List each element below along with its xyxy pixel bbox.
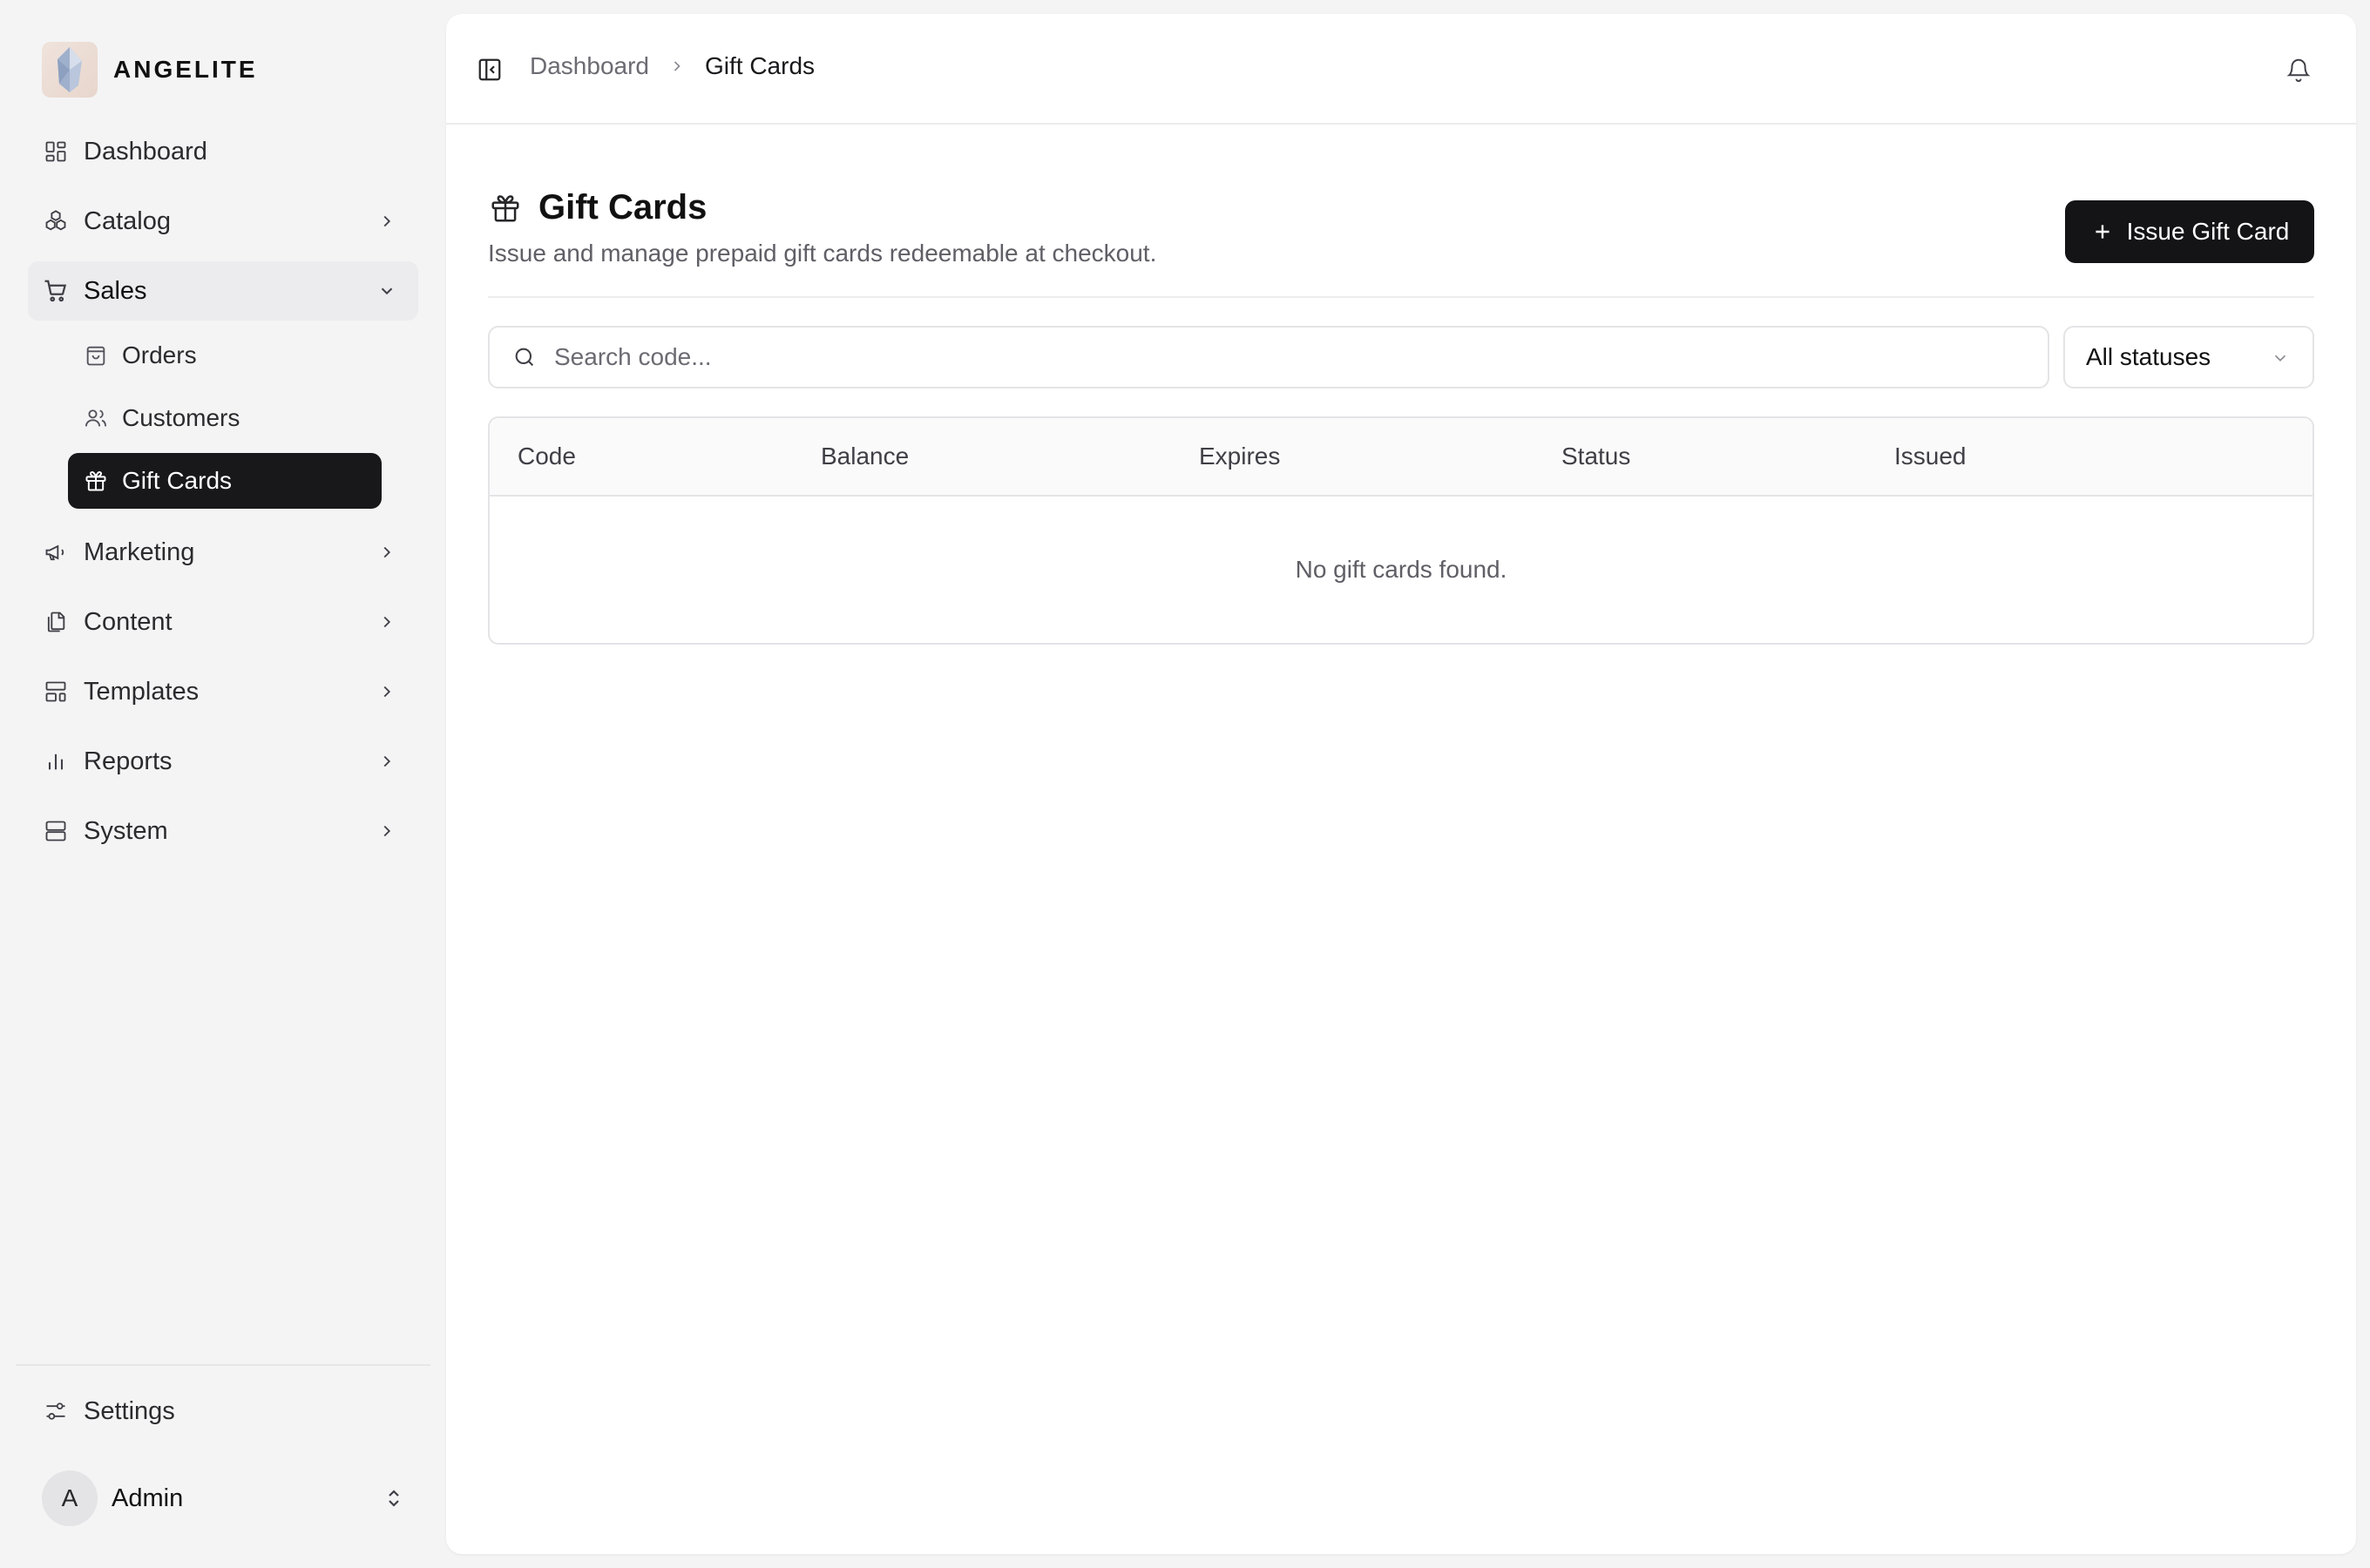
page-title-text: Gift Cards bbox=[538, 188, 708, 226]
sidebar-item-label: Orders bbox=[122, 341, 197, 368]
sidebar-item-label: Sales bbox=[84, 276, 147, 305]
sidebar-item-label: System bbox=[84, 816, 168, 845]
sales-subnav: Orders Customers Gift Cards bbox=[68, 328, 382, 509]
column-header-balance[interactable]: Balance bbox=[821, 443, 909, 470]
column-header-status[interactable]: Status bbox=[1561, 443, 1630, 470]
topbar: Dashboard Gift Cards bbox=[446, 14, 2356, 125]
sidebar-item-settings[interactable]: Settings bbox=[42, 1383, 175, 1439]
search-input[interactable] bbox=[554, 328, 2048, 387]
breadcrumb-current: Gift Cards bbox=[704, 52, 816, 79]
chevron-right-icon bbox=[667, 56, 687, 77]
sidebar-item-system[interactable]: System bbox=[28, 801, 418, 861]
chevron-right-icon bbox=[373, 538, 401, 566]
sidebar-item-label: Dashboard bbox=[84, 137, 207, 166]
status-filter-select[interactable]: All statuses bbox=[2063, 326, 2314, 389]
page-subtitle: Issue and manage prepaid gift cards rede… bbox=[488, 240, 1157, 267]
sidebar-item-content[interactable]: Content bbox=[28, 592, 418, 652]
column-header-code[interactable]: Code bbox=[518, 443, 576, 470]
sidebar-item-gift-cards[interactable]: Gift Cards bbox=[68, 453, 382, 509]
page-header: Gift Cards Issue and manage prepaid gift… bbox=[488, 188, 1156, 267]
sidebar-item-marketing[interactable]: Marketing bbox=[28, 523, 418, 582]
chevron-down-icon bbox=[2269, 347, 2292, 369]
column-header-expires[interactable]: Expires bbox=[1199, 443, 1280, 470]
sidebar-item-label: Templates bbox=[84, 677, 200, 706]
shopping-bag-icon bbox=[82, 341, 110, 369]
shopping-cart-icon bbox=[42, 277, 70, 305]
sidebar-item-templates[interactable]: Templates bbox=[28, 662, 418, 721]
breadcrumb-dashboard[interactable]: Dashboard bbox=[530, 52, 649, 80]
search-icon bbox=[511, 343, 538, 371]
user-name: Admin bbox=[112, 1484, 184, 1512]
brand-logo bbox=[42, 42, 98, 98]
issue-gift-card-button[interactable]: Issue Gift Card bbox=[2065, 200, 2314, 263]
sidebar-nav: Dashboard Catalog Sales Orders Customers… bbox=[28, 122, 418, 871]
layout-dashboard-icon bbox=[42, 138, 70, 166]
bar-chart-icon bbox=[42, 747, 70, 775]
gift-icon bbox=[82, 467, 110, 495]
sidebar-item-orders[interactable]: Orders bbox=[68, 328, 382, 383]
sidebar-item-label: Gift Cards bbox=[122, 467, 233, 494]
plus-icon bbox=[2090, 220, 2115, 244]
page-title: Gift Cards bbox=[488, 188, 1156, 227]
sidebar-item-label: Marketing bbox=[84, 537, 195, 566]
chevron-right-icon bbox=[373, 817, 401, 845]
issue-gift-card-label: Issue Gift Card bbox=[2126, 218, 2290, 245]
avatar: A bbox=[42, 1470, 98, 1526]
breadcrumb: Dashboard Gift Cards bbox=[530, 52, 815, 80]
chevron-down-icon bbox=[373, 277, 401, 305]
panel-left-icon[interactable] bbox=[476, 56, 504, 84]
gift-cards-table: Code Balance Expires Status Issued No gi… bbox=[488, 416, 2314, 645]
sidebar-divider bbox=[16, 1364, 430, 1366]
status-filter-value: All statuses bbox=[2086, 343, 2211, 370]
main-panel: Dashboard Gift Cards Gift Cards Issue an… bbox=[446, 14, 2356, 1554]
brand-name: ANGELITE bbox=[113, 56, 258, 83]
chevrons-up-down-icon[interactable] bbox=[380, 1484, 408, 1512]
search-field[interactable] bbox=[488, 326, 2049, 389]
cubes-icon bbox=[42, 207, 70, 235]
sidebar-item-label: Reports bbox=[84, 747, 173, 775]
chevron-right-icon bbox=[373, 608, 401, 636]
sidebar-item-sales[interactable]: Sales bbox=[28, 261, 418, 321]
table-header: Code Balance Expires Status Issued bbox=[490, 418, 2312, 497]
sidebar-item-reports[interactable]: Reports bbox=[28, 732, 418, 791]
sidebar-item-catalog[interactable]: Catalog bbox=[28, 192, 418, 251]
megaphone-icon bbox=[42, 538, 70, 566]
sidebar-item-customers[interactable]: Customers bbox=[68, 390, 382, 446]
table-empty-row: No gift cards found. bbox=[490, 497, 2312, 643]
chevron-right-icon bbox=[373, 678, 401, 706]
sidebar: ANGELITE Dashboard Catalog Sales Orders … bbox=[0, 0, 444, 1568]
chevron-right-icon bbox=[373, 747, 401, 775]
settings-label: Settings bbox=[84, 1396, 175, 1425]
files-icon bbox=[42, 608, 70, 636]
app-root: ANGELITE Dashboard Catalog Sales Orders … bbox=[0, 0, 2370, 1568]
empty-state-message: No gift cards found. bbox=[1295, 556, 1507, 583]
column-header-issued[interactable]: Issued bbox=[1894, 443, 1967, 470]
sidebar-item-dashboard[interactable]: Dashboard bbox=[28, 122, 418, 181]
sidebar-item-label: Catalog bbox=[84, 206, 171, 235]
sidebar-item-label: Customers bbox=[122, 404, 240, 431]
users-icon bbox=[82, 404, 110, 432]
sidebar-item-label: Content bbox=[84, 607, 173, 636]
brand[interactable]: ANGELITE bbox=[42, 42, 258, 98]
user-menu[interactable]: A Admin bbox=[42, 1470, 408, 1526]
server-icon bbox=[42, 817, 70, 845]
bell-icon[interactable] bbox=[2283, 54, 2314, 85]
chevron-right-icon bbox=[373, 207, 401, 235]
header-divider bbox=[488, 296, 2314, 298]
layout-template-icon bbox=[42, 678, 70, 706]
sliders-icon bbox=[42, 1397, 70, 1425]
gift-icon bbox=[488, 191, 523, 226]
